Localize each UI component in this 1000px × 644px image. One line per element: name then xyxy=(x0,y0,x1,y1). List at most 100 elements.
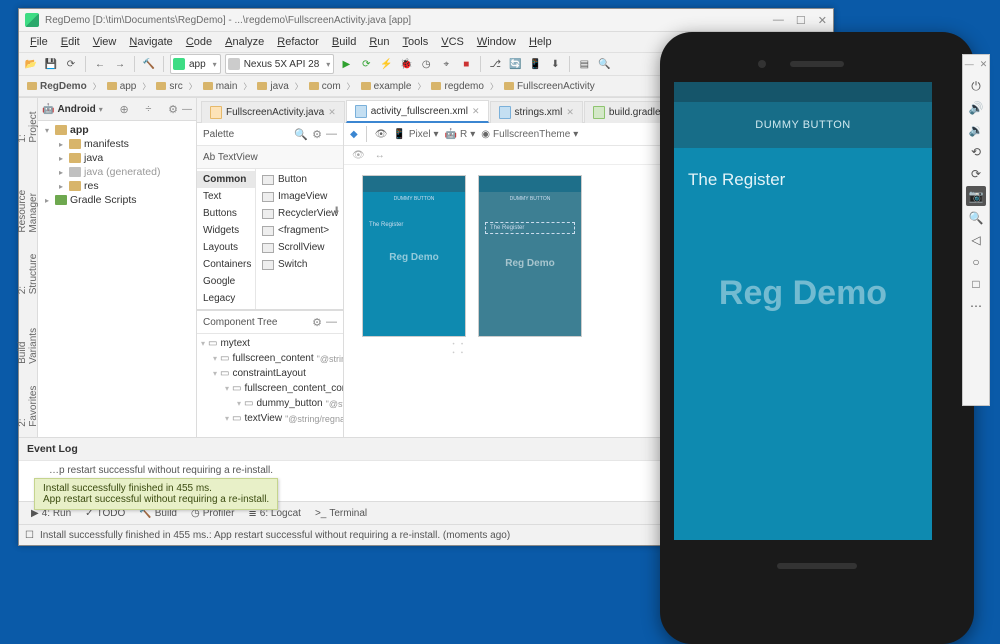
gear-icon[interactable]: ⚙ xyxy=(312,316,322,329)
project-view-label[interactable]: Android xyxy=(57,104,95,115)
expand-icon[interactable]: ▸ xyxy=(56,168,66,177)
rotate-right-icon[interactable]: ⟳ xyxy=(966,164,986,184)
expand-icon[interactable]: ▸ xyxy=(42,196,52,205)
menu-build[interactable]: Build xyxy=(327,34,361,50)
back-icon[interactable]: ← xyxy=(92,56,108,72)
blueprint-preview[interactable]: DUMMY BUTTON The Register Reg Demo xyxy=(478,175,582,337)
tree-node-manifests[interactable]: ▸manifests xyxy=(38,137,196,151)
open-icon[interactable]: 📂 xyxy=(23,56,39,72)
ct-node-fullscreen_content[interactable]: ▾▭fullscreen_content "@string/r... xyxy=(197,351,343,366)
palette-items[interactable]: ButtonImageViewRecyclerView<fragment>Scr… xyxy=(256,169,344,309)
device-chip[interactable]: 📱 Pixel ▾ xyxy=(393,129,438,140)
palette-item-recyclerview[interactable]: RecyclerView xyxy=(256,205,344,222)
expand-icon[interactable]: ▾ xyxy=(213,369,217,378)
emu-minimize[interactable]: — xyxy=(965,59,974,70)
palette-cat-text[interactable]: Text xyxy=(197,188,255,205)
side-tab-2-structure[interactable]: 2: Structure xyxy=(15,246,41,300)
minimize-button[interactable]: — xyxy=(773,14,784,27)
resize-handle-icon[interactable]: ⸬ xyxy=(452,339,464,358)
emulator-screen[interactable]: DUMMY BUTTON The Register Reg Demo xyxy=(674,82,932,540)
tab-strings-xml[interactable]: strings.xml✕ xyxy=(490,101,583,123)
theme-chip[interactable]: ◉ FullscreenTheme ▾ xyxy=(481,129,578,140)
rotate-left-icon[interactable]: ⟲ xyxy=(966,142,986,162)
target-icon[interactable]: ⊕ xyxy=(119,103,128,116)
tree-node-java[interactable]: ▸java xyxy=(38,151,196,165)
crumb-java[interactable]: java xyxy=(253,80,292,93)
menu-navigate[interactable]: Navigate xyxy=(124,34,177,50)
crumb-src[interactable]: src xyxy=(152,80,186,93)
crumb-main[interactable]: main xyxy=(199,80,242,93)
device-combo[interactable]: Nexus 5X API 28▾ xyxy=(225,54,335,74)
git-icon[interactable]: ⎇ xyxy=(487,56,503,72)
structure-icon[interactable]: ▤ xyxy=(576,56,592,72)
menu-vcs[interactable]: VCS xyxy=(436,34,469,50)
sync-icon[interactable]: 🔄 xyxy=(507,56,523,72)
gear-icon[interactable]: ⚙ xyxy=(168,103,178,116)
menu-code[interactable]: Code xyxy=(181,34,217,50)
menu-view[interactable]: View xyxy=(88,34,122,50)
palette-item-switch[interactable]: Switch xyxy=(256,256,344,273)
stop-icon[interactable]: ■ xyxy=(458,56,474,72)
volume-down-icon[interactable]: 🔉 xyxy=(966,120,986,140)
side-tab-1-project[interactable]: 1: Project xyxy=(15,102,41,149)
crumb-regdemo[interactable]: RegDemo xyxy=(23,80,91,93)
orientation-chip[interactable]: 🤖 R ▾ xyxy=(445,129,476,140)
menu-tools[interactable]: Tools xyxy=(398,34,434,50)
palette-item-imageview[interactable]: ImageView xyxy=(256,188,344,205)
close-tab-icon[interactable]: ✕ xyxy=(472,106,480,117)
ct-node-fullscreen_content_controls[interactable]: ▾▭fullscreen_content_controls xyxy=(197,381,343,396)
gear-icon[interactable]: ⚙ xyxy=(312,128,322,141)
side-tab-resource-manager[interactable]: Resource Manager xyxy=(15,157,41,239)
build-icon[interactable]: 🔨 xyxy=(141,56,157,72)
search-icon[interactable]: 🔍 xyxy=(294,128,308,141)
home-icon[interactable]: ○ xyxy=(966,252,986,272)
hide-icon[interactable]: — xyxy=(326,128,337,140)
design-preview[interactable]: DUMMY BUTTON The Register Reg Demo xyxy=(362,175,466,337)
crumb-regdemo[interactable]: regdemo xyxy=(427,80,487,93)
debug-icon[interactable]: 🐞 xyxy=(398,56,414,72)
menu-analyze[interactable]: Analyze xyxy=(220,34,269,50)
crumb-app[interactable]: app xyxy=(103,80,141,93)
ct-node-dummy_button[interactable]: ▾▭dummy_button "@str... xyxy=(197,396,343,411)
tab-activity_fullscreen-xml[interactable]: activity_fullscreen.xml✕ xyxy=(346,100,489,123)
palette-cat-layouts[interactable]: Layouts xyxy=(197,239,255,256)
zoom-icon[interactable]: 🔍 xyxy=(966,208,986,228)
bottom-tab-terminal[interactable]: >_Terminal xyxy=(309,506,373,521)
hide-icon[interactable]: — xyxy=(182,104,192,115)
profile-icon[interactable]: ◷ xyxy=(418,56,434,72)
overview-icon[interactable]: □ xyxy=(966,274,986,294)
palette-item-scrollview[interactable]: ScrollView xyxy=(256,239,344,256)
expand-icon[interactable]: ▾ xyxy=(213,354,217,363)
ct-node-mytext[interactable]: ▾▭mytext xyxy=(197,336,343,351)
save-icon[interactable]: 💾 xyxy=(43,56,59,72)
side-tab-build-variants[interactable]: Build Variants xyxy=(15,308,41,370)
ct-node-constraintLayout[interactable]: ▾▭constraintLayout xyxy=(197,366,343,381)
tab-fullscreenactivity-java[interactable]: FullscreenActivity.java✕ xyxy=(201,101,345,123)
crumb-fullscreenactivity[interactable]: FullscreenActivity xyxy=(500,80,599,93)
design-mode-icon[interactable]: ◆ xyxy=(350,129,358,140)
search-icon[interactable]: 🔍 xyxy=(596,56,612,72)
menu-edit[interactable]: Edit xyxy=(56,34,85,50)
avd-icon[interactable]: 📱 xyxy=(527,56,543,72)
component-tree[interactable]: ▾▭mytext▾▭fullscreen_content "@string/r.… xyxy=(197,334,343,437)
run-icon[interactable]: ▶ xyxy=(338,56,354,72)
volume-up-icon[interactable]: 🔊 xyxy=(966,98,986,118)
side-tab-2-favorites[interactable]: 2: Favorites xyxy=(15,378,41,433)
forward-icon[interactable]: → xyxy=(112,56,128,72)
palette-cat-legacy[interactable]: Legacy xyxy=(197,290,255,307)
ct-node-textView[interactable]: ▾▭textView "@string/regname" xyxy=(197,411,343,426)
expand-icon[interactable]: ▾ xyxy=(225,384,229,393)
palette-cat-widgets[interactable]: Widgets xyxy=(197,222,255,239)
emu-close[interactable]: ✕ xyxy=(980,59,988,70)
close-tab-icon[interactable]: ✕ xyxy=(328,107,336,118)
download-icon[interactable]: ⬇ xyxy=(333,205,341,216)
tree-node-app[interactable]: ▾app xyxy=(38,123,196,137)
app-action-bar[interactable]: DUMMY BUTTON xyxy=(674,102,932,148)
titlebar[interactable]: RegDemo [D:\tim\Documents\RegDemo] - ...… xyxy=(19,9,833,32)
eye-icon[interactable]: 👁 xyxy=(375,129,388,140)
attach-debugger-icon[interactable]: ⌖ xyxy=(438,56,454,72)
expand-icon[interactable]: ▾ xyxy=(42,126,52,135)
palette-cat-common[interactable]: Common xyxy=(197,171,255,188)
expand-icon[interactable]: ▸ xyxy=(56,140,66,149)
palette-item-fragment[interactable]: <fragment> xyxy=(256,222,344,239)
